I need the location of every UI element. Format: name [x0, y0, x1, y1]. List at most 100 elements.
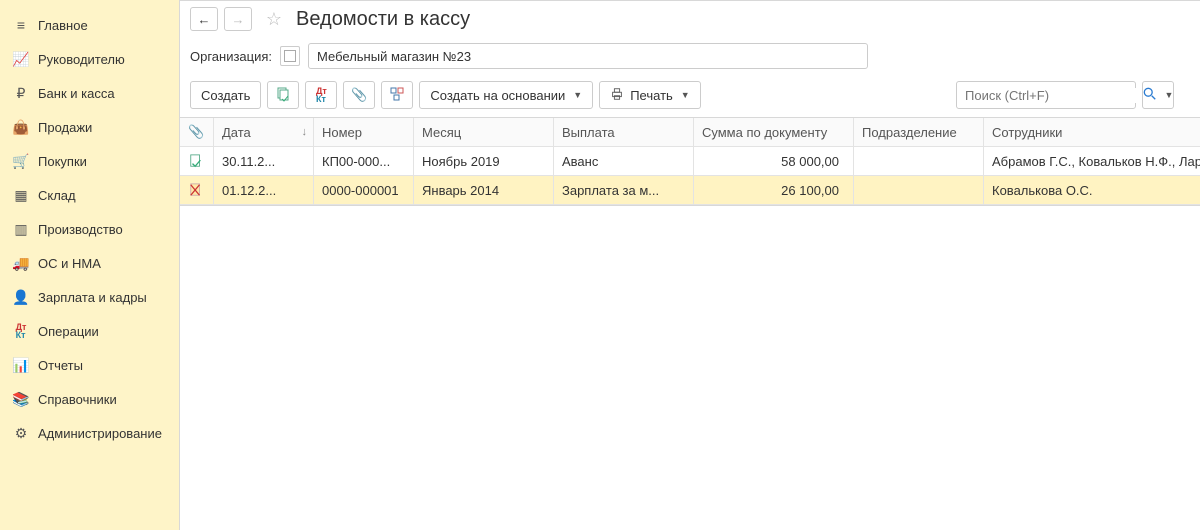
copy-doc-icon — [275, 86, 291, 105]
sidebar: ≡ Главное 📈 Руководителю ₽ Банк и касса 👜 Прода… — [0, 0, 180, 530]
search-field-wrap: × — [956, 81, 1136, 109]
organization-filter-row: Организация: — [180, 35, 1200, 77]
sidebar-item-0[interactable]: ≡ Главное — [0, 8, 179, 42]
favorite-star-icon[interactable]: ☆ — [262, 7, 286, 31]
col-date[interactable]: Дата↓ — [214, 118, 314, 147]
boxes-icon: ▦ — [12, 187, 30, 203]
sidebar-item-label: Руководителю — [38, 52, 125, 67]
organization-label: Организация: — [190, 49, 272, 64]
sidebar-item-6[interactable]: ▥ Производство — [0, 212, 179, 246]
sidebar-item-1[interactable]: 📈 Руководителю — [0, 42, 179, 76]
printer-icon — [610, 87, 624, 104]
search-icon — [1143, 87, 1157, 104]
chart-icon: 📊 — [12, 357, 30, 373]
doc-ok-icon — [188, 153, 204, 169]
trend-icon: 📈 — [12, 51, 30, 67]
sidebar-item-label: Продажи — [38, 120, 92, 135]
person-icon: 👤 — [12, 289, 30, 305]
create-button[interactable]: Создать — [190, 81, 261, 109]
cart-icon: 🛒 — [12, 153, 30, 169]
cell-payment: Зарплата за м... — [554, 176, 694, 205]
sidebar-item-label: Покупки — [38, 154, 87, 169]
bars-icon: ▥ — [12, 221, 30, 237]
sidebar-item-label: Администрирование — [38, 426, 162, 441]
sidebar-item-7[interactable]: 🚚 ОС и НМА — [0, 246, 179, 280]
main-area: ← → ☆ Ведомости в кассу Организация: Соз… — [180, 0, 1200, 530]
sidebar-item-label: Банк и касса — [38, 86, 115, 101]
sort-asc-icon: ↓ — [302, 126, 308, 138]
bag-icon: 👜 — [12, 119, 30, 135]
print-button[interactable]: Печать ▼ — [599, 81, 701, 109]
cell-payment: Аванс — [554, 147, 694, 176]
truck-icon: 🚚 — [12, 255, 30, 271]
search-button[interactable]: ▼ — [1142, 81, 1174, 109]
col-employees[interactable]: Сотрудники — [984, 118, 1200, 147]
cell-month: Январь 2014 — [414, 176, 554, 205]
sidebar-item-label: Операции — [38, 324, 99, 339]
menu-icon: ≡ — [12, 17, 30, 33]
ruble-icon: ₽ — [12, 85, 30, 101]
page-title: Ведомости в кассу — [296, 8, 470, 31]
paperclip-icon: 📎 — [188, 124, 204, 140]
sidebar-item-3[interactable]: 👜 Продажи — [0, 110, 179, 144]
col-sum[interactable]: Сумма по документу — [694, 118, 854, 147]
search-input[interactable] — [965, 88, 1141, 103]
sidebar-item-9[interactable]: ДтКт Операции — [0, 314, 179, 348]
structure-button[interactable] — [381, 81, 413, 109]
cell-icon — [180, 147, 214, 176]
dtkt-button[interactable]: ДтКт — [305, 81, 337, 109]
table-header: 📎 Дата↓ Номер Месяц Выплата Сумма по док… — [180, 118, 1200, 147]
copy-doc-button[interactable] — [267, 81, 299, 109]
documents-table: 📎 Дата↓ Номер Месяц Выплата Сумма по док… — [180, 117, 1200, 206]
table-row[interactable]: 30.11.2...КП00-000...Ноябрь 2019Аванс58 … — [180, 147, 1200, 176]
more-button[interactable] — [1180, 81, 1190, 109]
cell-month: Ноябрь 2019 — [414, 147, 554, 176]
sidebar-item-label: Справочники — [38, 392, 117, 407]
paperclip-icon: 📎 — [351, 87, 367, 103]
sidebar-item-label: Главное — [38, 18, 88, 33]
sidebar-item-label: Склад — [38, 188, 76, 203]
col-payment[interactable]: Выплата — [554, 118, 694, 147]
cell-dept — [854, 176, 984, 205]
cell-dept — [854, 147, 984, 176]
sidebar-item-12[interactable]: ⚙ Администрирование — [0, 416, 179, 450]
cell-date: 30.11.2... — [214, 147, 314, 176]
toolbar: Создать ДтКт 📎 Создать на основании ▼ — [180, 77, 1200, 117]
cell-sum: 58 000,00 — [694, 147, 854, 176]
cell-sum: 26 100,00 — [694, 176, 854, 205]
col-attach[interactable]: 📎 — [180, 118, 214, 147]
cell-employees: Ковалькова О.С. — [984, 176, 1200, 205]
sidebar-item-10[interactable]: 📊 Отчеты — [0, 348, 179, 382]
attach-button[interactable]: 📎 — [343, 81, 375, 109]
organization-checkbox[interactable] — [280, 46, 300, 66]
dtkt-icon: ДтКт — [12, 323, 30, 339]
sidebar-item-label: Отчеты — [38, 358, 83, 373]
sidebar-item-11[interactable]: 📚 Справочники — [0, 382, 179, 416]
create-based-button[interactable]: Создать на основании ▼ — [419, 81, 593, 109]
nav-back-button[interactable]: ← — [190, 7, 218, 31]
sidebar-item-label: ОС и НМА — [38, 256, 101, 271]
chevron-down-icon: ▼ — [1165, 90, 1174, 100]
print-label: Печать — [630, 88, 673, 103]
col-dept[interactable]: Подразделение — [854, 118, 984, 147]
chevron-down-icon: ▼ — [573, 90, 582, 100]
organization-input[interactable] — [308, 43, 868, 69]
sidebar-item-5[interactable]: ▦ Склад — [0, 178, 179, 212]
cell-number: 0000-000001 — [314, 176, 414, 205]
sidebar-item-label: Производство — [38, 222, 123, 237]
nav-forward-button[interactable]: → — [224, 7, 252, 31]
table-row[interactable]: 01.12.2...0000-000001Январь 2014Зарплата… — [180, 176, 1200, 205]
col-month[interactable]: Месяц — [414, 118, 554, 147]
dtkt-icon: ДтКт — [316, 87, 327, 103]
hierarchy-icon — [389, 86, 405, 105]
cell-employees: Абрамов Г.С., Ковальков Н.Ф., Ларион — [984, 147, 1200, 176]
cell-icon — [180, 176, 214, 205]
sidebar-item-4[interactable]: 🛒 Покупки — [0, 144, 179, 178]
books-icon: 📚 — [12, 391, 30, 407]
sidebar-item-label: Зарплата и кадры — [38, 290, 147, 305]
sidebar-item-8[interactable]: 👤 Зарплата и кадры — [0, 280, 179, 314]
col-number[interactable]: Номер — [314, 118, 414, 147]
sidebar-item-2[interactable]: ₽ Банк и касса — [0, 76, 179, 110]
gear-icon: ⚙ — [12, 425, 30, 441]
cell-date: 01.12.2... — [214, 176, 314, 205]
